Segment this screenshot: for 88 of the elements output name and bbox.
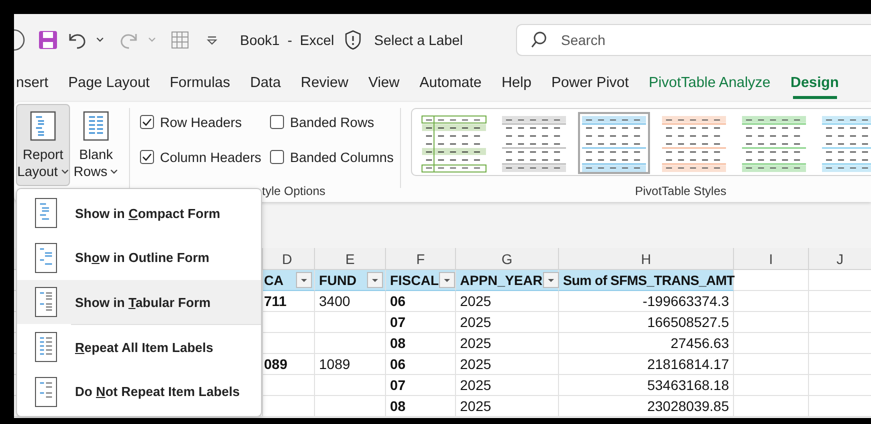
sensitivity-label-button[interactable]: Select a Label <box>344 30 463 50</box>
ribbon-tab[interactable]: PivotTable Analyze <box>638 67 780 99</box>
caret-icon[interactable] <box>96 36 104 44</box>
ribbon-tab[interactable]: Formulas <box>160 67 240 99</box>
menu-item[interactable]: Show in Outline Form <box>17 235 261 280</box>
table-cell: 53463168.18 <box>559 375 734 396</box>
customize-icon[interactable] <box>206 34 218 46</box>
search-field[interactable]: Search <box>516 24 871 56</box>
table-cell: 2025 <box>456 291 559 312</box>
table-cell: 06 <box>386 354 456 375</box>
checkbox-label[interactable]: Banded Rows <box>290 114 374 130</box>
table-cell: 1089 <box>315 354 386 375</box>
header-text: Sum of SFMS_TRANS_AMT <box>563 272 734 288</box>
grid-icon[interactable] <box>170 30 190 50</box>
column-header[interactable]: E <box>315 248 386 270</box>
table-cell: 089 <box>263 354 315 375</box>
table-cell: 2025 <box>456 354 559 375</box>
table-cell: 711 <box>263 291 315 312</box>
layout-icon <box>35 198 57 228</box>
header-text: FUND <box>319 272 356 288</box>
table-cell: 07 <box>386 375 456 396</box>
empty-cell <box>315 333 386 354</box>
empty-cell <box>315 375 386 396</box>
layout-button[interactable]: Report Layout <box>16 104 70 186</box>
header-text: CA <box>264 272 284 288</box>
layout-icon <box>35 332 57 362</box>
table-cell: 3400 <box>315 291 386 312</box>
checkbox[interactable] <box>140 115 154 129</box>
table-cell: 23028039.85 <box>559 396 734 417</box>
table-cell: -199663374.3 <box>559 291 734 312</box>
filter-dropdown-icon[interactable] <box>367 272 383 288</box>
menu-item[interactable]: Do Not Repeat Item Labels <box>17 370 261 414</box>
menu-item[interactable]: Show in Compact Form <box>17 191 261 236</box>
ribbon-tab[interactable]: View <box>358 67 410 99</box>
pivot-style-option[interactable] <box>578 112 650 174</box>
checkbox[interactable] <box>270 150 284 164</box>
filter-dropdown-icon[interactable] <box>438 272 455 288</box>
ribbon-tab[interactable]: Power Pivot <box>541 67 639 99</box>
filter-dropdown-icon[interactable] <box>296 272 312 288</box>
table-cell: 166508527.5 <box>559 312 734 333</box>
table-cell: 08 <box>386 333 456 354</box>
checkbox-label[interactable]: Banded Columns <box>290 150 394 164</box>
menu-item[interactable]: Repeat All Item Labels <box>17 325 261 370</box>
header-text: FISCAL <box>390 272 439 288</box>
ribbon-tab[interactable]: Help <box>492 67 542 99</box>
ribbon-tab[interactable]: Data <box>240 67 291 99</box>
table-cell: 21816814.17 <box>559 354 734 375</box>
ribbon-tab[interactable]: Page Layout <box>58 67 160 99</box>
layout-icon <box>30 111 56 141</box>
empty-cell <box>315 312 386 333</box>
layout-icon <box>35 242 57 273</box>
layout-icon <box>35 376 57 407</box>
caret-icon <box>110 168 118 176</box>
empty-cell <box>315 396 386 417</box>
table-cell: 2025 <box>456 333 559 354</box>
shield-icon <box>344 30 362 50</box>
window-title: Book1 - Excel <box>240 32 334 48</box>
caret-icon <box>148 36 156 44</box>
table-cell: 07 <box>386 312 456 333</box>
checkbox-label[interactable]: Row Headers <box>160 114 242 130</box>
caret-icon <box>60 168 69 176</box>
table-cell: 2025 <box>456 396 559 417</box>
search-icon <box>530 31 548 49</box>
ribbon-tab[interactable]: nsert <box>14 67 58 99</box>
layout-icon <box>35 287 57 318</box>
column-header[interactable]: D <box>263 248 315 270</box>
checkbox[interactable] <box>140 150 154 164</box>
column-header[interactable]: I <box>734 248 809 270</box>
ribbon-tab[interactable]: Review <box>290 67 358 99</box>
table-cell: 2025 <box>456 312 559 333</box>
save-icon[interactable] <box>38 30 58 50</box>
ribbon-tab[interactable]: Automate <box>409 67 492 99</box>
filter-dropdown-icon[interactable] <box>542 272 559 288</box>
group-label: tyle Options <box>262 184 326 198</box>
column-header[interactable]: H <box>559 248 734 270</box>
column-header[interactable]: F <box>386 248 456 270</box>
layout-button[interactable]: Blank Rows <box>72 104 120 186</box>
layout-icon <box>83 111 109 141</box>
checkbox[interactable] <box>270 115 284 129</box>
menu-item[interactable]: Show in Tabular Form <box>17 280 261 324</box>
header-text: APPN_YEAR <box>460 272 543 288</box>
checkbox-label[interactable]: Column Headers <box>160 150 262 164</box>
table-cell: 08 <box>386 396 456 417</box>
table-cell: 27456.63 <box>559 333 734 354</box>
column-header[interactable]: G <box>456 248 559 270</box>
group-label: PivotTable Styles <box>634 184 726 198</box>
table-cell: 2025 <box>456 375 559 396</box>
table-cell: 06 <box>386 291 456 312</box>
